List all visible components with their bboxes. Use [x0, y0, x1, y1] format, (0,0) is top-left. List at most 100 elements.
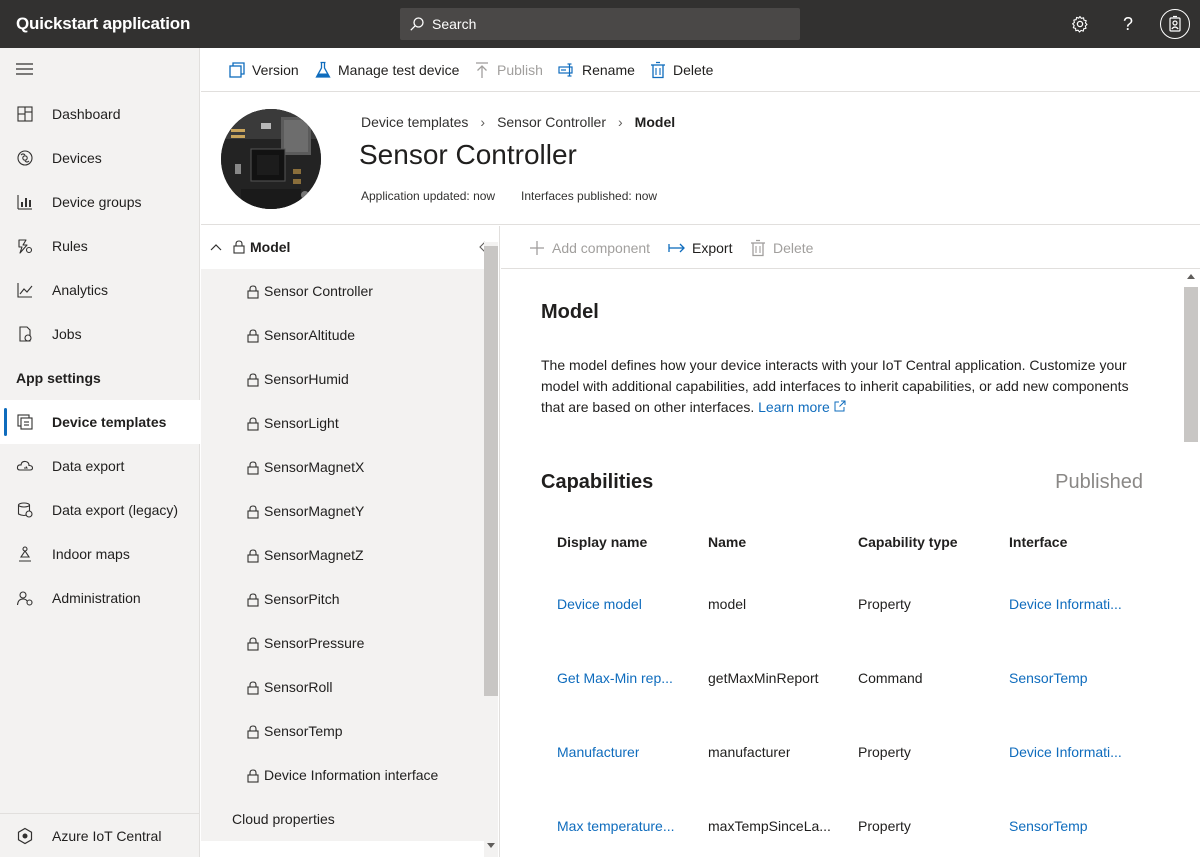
sidebar-item-analytics[interactable]: Analytics	[0, 268, 200, 312]
tree-item[interactable]: SensorMagnetY	[201, 489, 484, 533]
model-description: The model defines how your device intera…	[541, 355, 1151, 418]
sidebar-item-azure-iot-central[interactable]: Azure IoT Central	[0, 814, 200, 857]
cell-capability-type: Command	[858, 670, 923, 686]
export-button[interactable]: Export	[668, 226, 732, 269]
search-input[interactable]: Search	[432, 8, 476, 40]
lock-icon	[247, 769, 259, 783]
lock-icon	[233, 240, 245, 254]
cell-display-name[interactable]: Get Max-Min rep...	[557, 670, 673, 686]
model-command-bar: Add component Export Delete	[501, 226, 1200, 269]
tree-item[interactable]: Device Information interface	[201, 753, 484, 797]
column-header-interface[interactable]: Interface	[1009, 534, 1067, 550]
scroll-thumb[interactable]	[1184, 287, 1198, 442]
scroll-thumb[interactable]	[484, 246, 498, 696]
cell-display-name[interactable]: Max temperature...	[557, 818, 675, 834]
tree-item[interactable]: SensorLight	[201, 401, 484, 445]
lock-icon	[247, 285, 259, 299]
manage-test-device-label: Manage test device	[338, 62, 460, 78]
sidebar-item-dashboard[interactable]: Dashboard	[0, 92, 200, 136]
settings-button[interactable]	[1068, 12, 1092, 36]
tree-item-label: SensorMagnetZ	[264, 547, 364, 563]
sidebar-item-label: Data export (legacy)	[52, 502, 179, 518]
tree-item[interactable]: Sensor Controller	[201, 269, 484, 313]
sidebar-item-label: Azure IoT Central	[52, 828, 162, 844]
help-button[interactable]: ?	[1116, 12, 1140, 36]
tree-item[interactable]: SensorPressure	[201, 621, 484, 665]
sidebar-item-data-export[interactable]: Data export	[0, 444, 200, 488]
publish-icon	[476, 62, 488, 78]
tree-root-model[interactable]: Model	[201, 226, 486, 269]
data-export-icon	[16, 460, 34, 471]
model-heading: Model	[541, 301, 599, 323]
tree-item-label: SensorAltitude	[264, 327, 356, 343]
tree-item-label: SensorPressure	[264, 635, 365, 651]
template-header: Device templates › Sensor Controller › M…	[201, 93, 1200, 225]
command-bar: Version Manage test device Publish Renam…	[201, 48, 1200, 92]
cell-interface[interactable]: Device Informati...	[1009, 596, 1122, 612]
published-status: Published	[1055, 471, 1143, 493]
tree-item[interactable]: SensorRoll	[201, 665, 484, 709]
sidebar-item-indoor-maps[interactable]: Indoor maps	[0, 532, 200, 576]
content-scrollbar[interactable]	[1183, 270, 1200, 857]
device-image	[221, 109, 321, 209]
add-icon	[530, 240, 544, 255]
column-header-display-name[interactable]: Display name	[557, 534, 647, 550]
tree-item[interactable]: SensorAltitude	[201, 313, 484, 357]
account-button[interactable]	[1160, 9, 1190, 39]
cell-interface[interactable]: Device Informati...	[1009, 744, 1122, 760]
tree-item-label: SensorPitch	[264, 591, 340, 607]
lock-icon	[247, 505, 259, 519]
lock-icon	[247, 593, 259, 607]
tree-item-cloud-properties[interactable]: Cloud properties	[201, 797, 484, 841]
delete-button[interactable]: Delete	[649, 48, 713, 92]
search-box[interactable]: Search	[400, 8, 800, 40]
tree-item[interactable]: SensorTemp	[201, 709, 484, 753]
tree-item[interactable]: SensorMagnetX	[201, 445, 484, 489]
sidebar-item-devices[interactable]: Devices	[0, 136, 200, 180]
scroll-down-icon[interactable]	[487, 843, 495, 849]
hamburger-icon[interactable]	[16, 62, 33, 76]
cell-interface[interactable]: SensorTemp	[1009, 818, 1088, 834]
cell-display-name[interactable]: Manufacturer	[557, 744, 639, 760]
cell-display-name[interactable]: Device model	[557, 596, 642, 612]
version-button[interactable]: Version	[228, 48, 299, 92]
cell-name: maxTempSinceLa...	[708, 818, 831, 834]
sidebar-item-data-export-legacy[interactable]: Data export (legacy)	[0, 488, 200, 532]
rename-icon	[558, 63, 573, 77]
sidebar-item-administration[interactable]: Administration	[0, 576, 200, 620]
cell-interface[interactable]: SensorTemp	[1009, 670, 1088, 686]
gear-icon	[1072, 15, 1088, 33]
add-component-button[interactable]: Add component	[528, 226, 650, 269]
chevron-up-icon[interactable]	[210, 242, 222, 252]
tree-item[interactable]: SensorMagnetZ	[201, 533, 484, 577]
breadcrumb-current: Model	[634, 114, 676, 130]
sidebar-item-device-groups[interactable]: Device groups	[0, 180, 200, 224]
tree-item[interactable]: SensorPitch	[201, 577, 484, 621]
app-title[interactable]: Quickstart application	[16, 0, 190, 48]
help-icon: ?	[1122, 13, 1133, 34]
model-tree: Model Sensor Controller SensorAltitude Sen…	[201, 226, 500, 857]
sidebar-footer: Azure IoT Central	[0, 813, 200, 857]
sidebar-item-device-templates[interactable]: Device templates	[0, 400, 200, 444]
tree-item-label: SensorMagnetX	[264, 459, 365, 475]
administration-icon	[16, 591, 33, 606]
add-component-label: Add component	[552, 239, 651, 256]
tree-item-label: SensorTemp	[264, 723, 343, 739]
column-header-capability-type[interactable]: Capability type	[858, 534, 958, 550]
trash-icon	[751, 239, 765, 256]
tree-item[interactable]: SensorHumid	[201, 357, 484, 401]
publish-button[interactable]: Publish	[473, 48, 543, 92]
sidebar-item-rules[interactable]: Rules	[0, 224, 200, 268]
lock-icon	[247, 417, 259, 431]
jobs-icon	[19, 326, 32, 342]
tree-scrollbar[interactable]	[484, 242, 498, 857]
rename-button[interactable]: Rename	[558, 48, 635, 92]
breadcrumb-sensor-controller[interactable]: Sensor Controller	[497, 114, 606, 130]
scroll-up-icon[interactable]	[1187, 274, 1195, 280]
manage-test-device-button[interactable]: Manage test device	[314, 48, 459, 92]
breadcrumb-device-templates[interactable]: Device templates	[361, 114, 468, 130]
sidebar-item-jobs[interactable]: Jobs	[0, 312, 200, 356]
column-header-name[interactable]: Name	[708, 534, 746, 550]
delete-component-button[interactable]: Delete	[749, 226, 813, 269]
learn-more-link[interactable]: Learn more	[758, 399, 846, 415]
